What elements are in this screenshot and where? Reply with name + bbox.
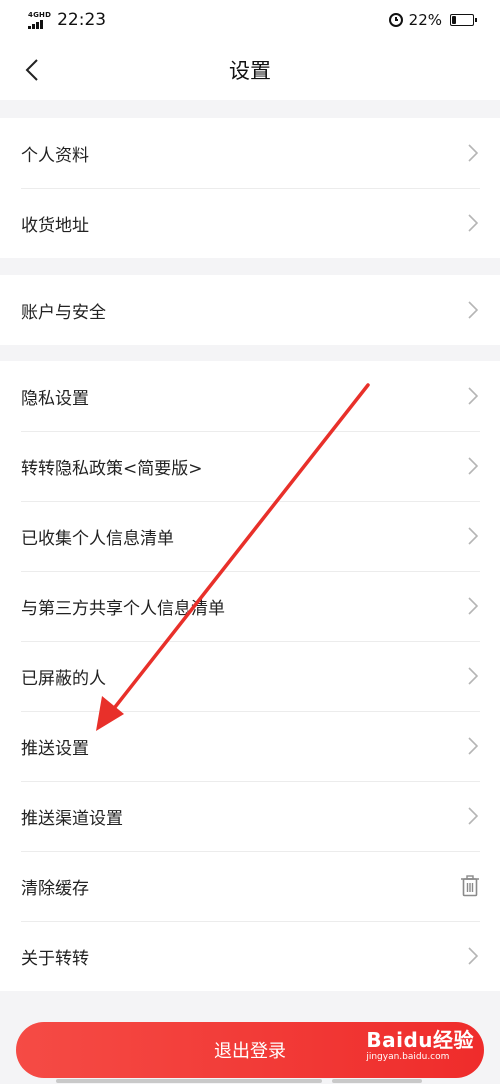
page-title: 设置 bbox=[229, 59, 271, 83]
watermark-logo: Baidu经验 bbox=[366, 1028, 474, 1052]
settings-item-privacy[interactable]: 隐私设置 bbox=[0, 361, 500, 431]
settings-item-label: 个人资料 bbox=[21, 145, 89, 166]
settings-item-address[interactable]: 收货地址 bbox=[0, 188, 500, 258]
settings-item-shared-info[interactable]: 与第三方共享个人信息清单 bbox=[0, 571, 500, 641]
chevron-left-icon bbox=[25, 59, 38, 81]
chevron-right-icon bbox=[468, 737, 478, 755]
settings-item-label: 推送设置 bbox=[21, 738, 89, 759]
chevron-right-icon bbox=[468, 527, 478, 545]
battery-fill bbox=[452, 16, 457, 24]
watermark-url: jingyan.baidu.com bbox=[366, 1052, 450, 1062]
battery-percent: 22% bbox=[408, 11, 442, 29]
logout-label: 退出登录 bbox=[214, 1041, 286, 1062]
back-button[interactable] bbox=[16, 54, 48, 86]
chevron-right-icon bbox=[468, 214, 478, 232]
settings-item-label: 收货地址 bbox=[21, 215, 89, 236]
chevron-right-icon bbox=[468, 807, 478, 825]
network-label: 4GHD bbox=[28, 10, 52, 19]
settings-item-profile[interactable]: 个人资料 bbox=[0, 118, 500, 188]
chevron-right-icon bbox=[468, 667, 478, 685]
settings-item-label: 关于转转 bbox=[21, 948, 89, 969]
chevron-right-icon bbox=[468, 597, 478, 615]
battery-icon bbox=[450, 14, 477, 26]
chevron-right-icon bbox=[468, 387, 478, 405]
chevron-right-icon bbox=[468, 144, 478, 162]
signal-icon bbox=[28, 19, 43, 29]
chevron-right-icon bbox=[468, 947, 478, 965]
alarm-icon bbox=[388, 13, 403, 27]
settings-section-privacy: 隐私设置 转转隐私政策<简要版> 已收集个人信息清单 与第三方共享个人信息清单 … bbox=[0, 361, 500, 991]
settings-item-collected-info[interactable]: 已收集个人信息清单 bbox=[0, 501, 500, 571]
settings-item-label: 已收集个人信息清单 bbox=[21, 528, 174, 549]
settings-item-label: 转转隐私政策<简要版> bbox=[21, 458, 203, 479]
settings-item-label: 与第三方共享个人信息清单 bbox=[21, 598, 225, 619]
settings-item-label: 推送渠道设置 bbox=[21, 808, 123, 829]
network-indicator: 4GHD bbox=[28, 10, 52, 29]
nav-bar: 设置 bbox=[0, 40, 500, 100]
settings-item-clear-cache[interactable]: 清除缓存 bbox=[0, 851, 500, 921]
settings-item-blocked-users[interactable]: 已屏蔽的人 bbox=[0, 641, 500, 711]
settings-item-label: 已屏蔽的人 bbox=[21, 668, 106, 689]
status-bar: 4GHD 22:23 22% bbox=[0, 0, 500, 40]
settings-section-account: 账户与安全 bbox=[0, 275, 500, 345]
settings-item-account-security[interactable]: 账户与安全 bbox=[0, 275, 500, 345]
chevron-right-icon bbox=[468, 301, 478, 319]
chevron-right-icon bbox=[468, 457, 478, 475]
settings-item-about[interactable]: 关于转转 bbox=[0, 921, 500, 991]
settings-item-push[interactable]: 推送设置 bbox=[0, 711, 500, 781]
home-indicator bbox=[56, 1079, 322, 1083]
settings-item-label: 清除缓存 bbox=[21, 878, 89, 899]
settings-item-label: 隐私设置 bbox=[21, 388, 89, 409]
settings-item-label: 账户与安全 bbox=[21, 302, 106, 323]
settings-section-profile: 个人资料 收货地址 bbox=[0, 118, 500, 258]
settings-item-privacy-policy[interactable]: 转转隐私政策<简要版> bbox=[0, 431, 500, 501]
status-left: 4GHD 22:23 bbox=[28, 10, 106, 30]
status-right: 22% bbox=[388, 11, 477, 29]
baidu-watermark: Baidu经验 jingyan.baidu.com bbox=[366, 1030, 474, 1062]
trash-icon[interactable] bbox=[460, 875, 480, 897]
home-indicator-secondary bbox=[332, 1079, 422, 1083]
status-time: 22:23 bbox=[57, 10, 107, 30]
settings-item-push-channel[interactable]: 推送渠道设置 bbox=[0, 781, 500, 851]
